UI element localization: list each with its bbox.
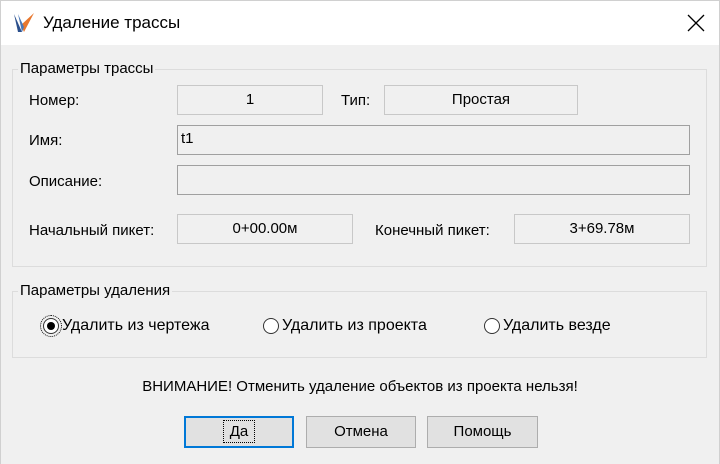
number-field: 1 xyxy=(177,85,323,115)
cancel-button[interactable]: Отмена xyxy=(306,416,416,448)
end-station-label: Конечный пикет: xyxy=(375,222,490,239)
radio-label-drawing: Удалить из чертежа xyxy=(62,317,210,334)
radio-indicator[interactable] xyxy=(484,318,500,334)
delete-params-legend: Параметры удаления xyxy=(18,282,173,299)
radio-delete-from-project[interactable]: Удалить из проекта xyxy=(263,317,427,335)
route-params-legend: Параметры трассы xyxy=(18,60,156,77)
radio-checked-indicator[interactable] xyxy=(40,315,62,337)
radio-delete-from-drawing[interactable]: Удалить из чертежа xyxy=(40,315,210,337)
radio-indicator[interactable] xyxy=(263,318,279,334)
title-bar: Удаление трассы xyxy=(0,0,720,45)
start-station-field: 0+00.00м xyxy=(177,214,353,244)
radio-delete-everywhere[interactable]: Удалить везде xyxy=(484,317,611,335)
radio-label-everywhere: Удалить везде xyxy=(503,317,611,334)
close-button[interactable] xyxy=(673,1,719,45)
ok-button[interactable]: Да xyxy=(184,416,294,448)
type-label: Тип: xyxy=(341,92,371,109)
warning-text: ВНИМАНИЕ! Отменить удаление объектов из … xyxy=(142,378,578,395)
description-label: Описание: xyxy=(29,173,103,190)
close-icon xyxy=(687,14,705,32)
name-label: Имя: xyxy=(29,132,63,149)
type-field: Простая xyxy=(384,85,578,115)
window-title: Удаление трассы xyxy=(43,13,181,32)
end-station-field: 3+69.78м xyxy=(514,214,690,244)
number-label: Номер: xyxy=(29,92,80,109)
start-station-label: Начальный пикет: xyxy=(29,222,155,239)
description-field[interactable] xyxy=(177,165,690,195)
radio-label-project: Удалить из проекта xyxy=(282,317,427,334)
app-logo-icon xyxy=(14,13,34,32)
window-border-left xyxy=(0,44,1,464)
ok-button-label: Да xyxy=(222,420,256,443)
name-field[interactable]: t1 xyxy=(177,125,690,155)
help-button[interactable]: Помощь xyxy=(427,416,538,448)
